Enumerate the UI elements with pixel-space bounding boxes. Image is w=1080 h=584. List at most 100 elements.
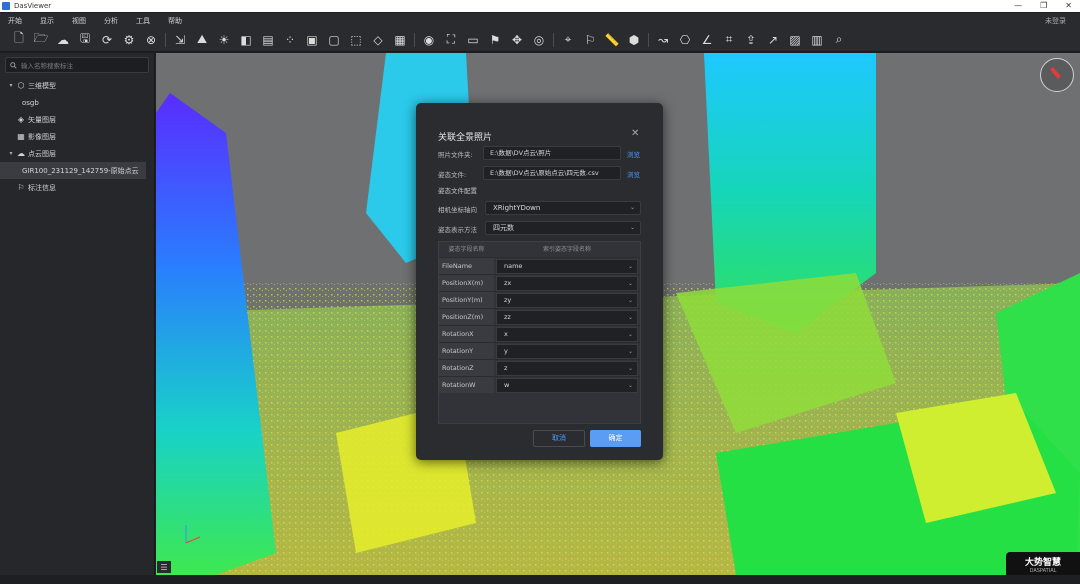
screen-button[interactable]: ▭	[462, 30, 484, 50]
index-field-select[interactable]: zz ⌄	[496, 309, 638, 325]
chevron-down-icon[interactable]: ▾	[6, 82, 16, 89]
flag-toolbar-button[interactable]: ⚑	[484, 30, 506, 50]
browse-pose-button[interactable]: 浏览	[627, 169, 640, 179]
move-button[interactable]: ✥	[506, 30, 528, 50]
pin-button[interactable]: ⌖	[557, 30, 579, 50]
tree-item[interactable]: ▾ ☁ 点云图层	[0, 145, 154, 162]
login-link[interactable]: 未登录	[1045, 16, 1066, 26]
chevron-down-icon: ⌄	[627, 279, 633, 287]
building-button[interactable]: ▥	[806, 30, 828, 50]
camera-button[interactable]: ⎔	[674, 30, 696, 50]
tree-item[interactable]: ▦ 影像图层	[0, 128, 154, 145]
close-icon[interactable]: ✕	[631, 128, 639, 139]
camera-axis-value: XRightYDown	[493, 204, 541, 212]
search-box[interactable]: 输入名称搜索标注	[5, 57, 149, 73]
toolbar-separator	[648, 32, 649, 47]
eye-button[interactable]: ◉	[418, 30, 440, 50]
export-button[interactable]: ⇪	[740, 30, 762, 50]
view-button[interactable]: ◎	[528, 30, 550, 50]
tree-item[interactable]: ◈ 矢量图层	[0, 111, 154, 128]
light-button[interactable]: ☀	[213, 30, 235, 50]
points-button[interactable]: ⁘	[279, 30, 301, 50]
menu-toggle-button[interactable]: ☰	[157, 561, 171, 573]
photo-folder-field[interactable]: E:\数据\DV点云\照片	[483, 146, 621, 160]
menu-bar: 开始 显示 视图 分析 工具 帮助 未登录	[0, 13, 1080, 28]
cloud-button[interactable]: ☁	[52, 30, 74, 50]
box-wire-icon: ⬚	[350, 32, 362, 47]
menu-display[interactable]: 显示	[31, 16, 63, 26]
refresh-button[interactable]: ⟳	[96, 30, 118, 50]
compass-widget[interactable]	[1040, 58, 1074, 92]
index-field-value: y	[504, 346, 508, 355]
terrain-icon: ⛰	[196, 32, 208, 46]
cube-measure-icon: ⬢	[628, 32, 640, 47]
ruler-icon: 📏	[604, 32, 620, 47]
box-outline-icon: ▢	[328, 32, 340, 47]
pose-field-name: FileName	[439, 258, 494, 274]
tree-item[interactable]: GIR100_231129_142759-原始点云	[0, 162, 146, 179]
maximize-button[interactable]: ❐	[1040, 0, 1047, 12]
layer-toggle-button[interactable]: ▤	[257, 30, 279, 50]
new-file-button[interactable]: 🗋	[8, 30, 30, 50]
angle-button[interactable]: ∠	[696, 30, 718, 50]
window-title: DasViewer	[14, 2, 52, 10]
menu-start[interactable]: 开始	[0, 16, 31, 26]
save-button[interactable]: 🖫	[74, 30, 96, 50]
route-icon: ↝	[657, 32, 669, 47]
search-button[interactable]: ⌕	[828, 30, 850, 50]
index-field-value: z	[504, 363, 508, 372]
chevron-down-icon[interactable]: ▾	[6, 150, 16, 157]
menu-tools[interactable]: 工具	[127, 16, 159, 26]
index-field-select[interactable]: zx ⌄	[496, 275, 638, 291]
cancel-button[interactable]: 取消	[533, 430, 585, 447]
camera-icon: ⎔	[679, 32, 691, 47]
index-field-select[interactable]: w ⌄	[496, 377, 638, 393]
pose-file-field[interactable]: E:\数据\DV点云\原始点云\四元数.csv	[483, 166, 621, 180]
flag-line-button[interactable]: ⚐	[579, 30, 601, 50]
open-folder-button[interactable]: 🗁	[30, 30, 52, 50]
box-wire-button[interactable]: ⬚	[345, 30, 367, 50]
index-field-select[interactable]: y ⌄	[496, 343, 638, 359]
index-field-select[interactable]: zy ⌄	[496, 292, 638, 308]
box-tilt-icon: ◇	[373, 32, 383, 47]
table-row: PositionX(m) zx ⌄	[439, 274, 640, 291]
ruler-button[interactable]: 📏	[601, 30, 623, 50]
close-window-button[interactable]: ✕	[1065, 0, 1072, 12]
tree-item[interactable]: ▾ ⬡ 三维模型	[0, 77, 154, 94]
box-solid-button[interactable]: ▣	[301, 30, 323, 50]
tree-item[interactable]: osgb	[0, 94, 154, 111]
tree-item[interactable]: ⚐ 标注信息	[0, 179, 154, 196]
chart-button[interactable]: ↗	[762, 30, 784, 50]
contrast-button[interactable]: ◧	[235, 30, 257, 50]
menu-view[interactable]: 视图	[63, 16, 95, 26]
chevron-down-icon: ⌄	[629, 204, 635, 211]
camera-axis-select[interactable]: XRightYDown ⌄	[485, 201, 641, 215]
image-icon: ▨	[789, 32, 801, 47]
pose-method-select[interactable]: 四元数 ⌄	[485, 221, 641, 235]
index-field-select[interactable]: name ⌄	[496, 258, 638, 274]
box-tilt-button[interactable]: ◇	[367, 30, 389, 50]
menu-help[interactable]: 帮助	[159, 16, 191, 26]
field-mapping-table: 姿态字段名称 索引姿态字段名称 FileName name ⌄ PositionX(m…	[438, 241, 641, 424]
grid-box-button[interactable]: ▦	[389, 30, 411, 50]
index-field-select[interactable]: x ⌄	[496, 326, 638, 342]
minimize-button[interactable]: —	[1014, 0, 1022, 12]
frame-button[interactable]: ⛶	[440, 30, 462, 50]
box-outline-button[interactable]: ▢	[323, 30, 345, 50]
box-solid-icon: ▣	[306, 32, 318, 47]
close-circle-button[interactable]: ⊗	[140, 30, 162, 50]
image-button[interactable]: ▨	[784, 30, 806, 50]
index-field-value: zy	[504, 295, 512, 304]
menu-analysis[interactable]: 分析	[95, 16, 127, 26]
index-field-value: name	[504, 261, 523, 270]
settings-button[interactable]: ⚙	[118, 30, 140, 50]
index-field-select[interactable]: z ⌄	[496, 360, 638, 376]
route-button[interactable]: ↝	[652, 30, 674, 50]
save-icon: 🖫	[79, 31, 91, 45]
terrain-button[interactable]: ⛰	[191, 30, 213, 50]
browse-photo-button[interactable]: 浏览	[627, 149, 640, 159]
ok-button[interactable]: 确定	[590, 430, 641, 447]
import-button[interactable]: ⇲	[169, 30, 191, 50]
cube-measure-button[interactable]: ⬢	[623, 30, 645, 50]
crop-button[interactable]: ⌗	[718, 30, 740, 50]
